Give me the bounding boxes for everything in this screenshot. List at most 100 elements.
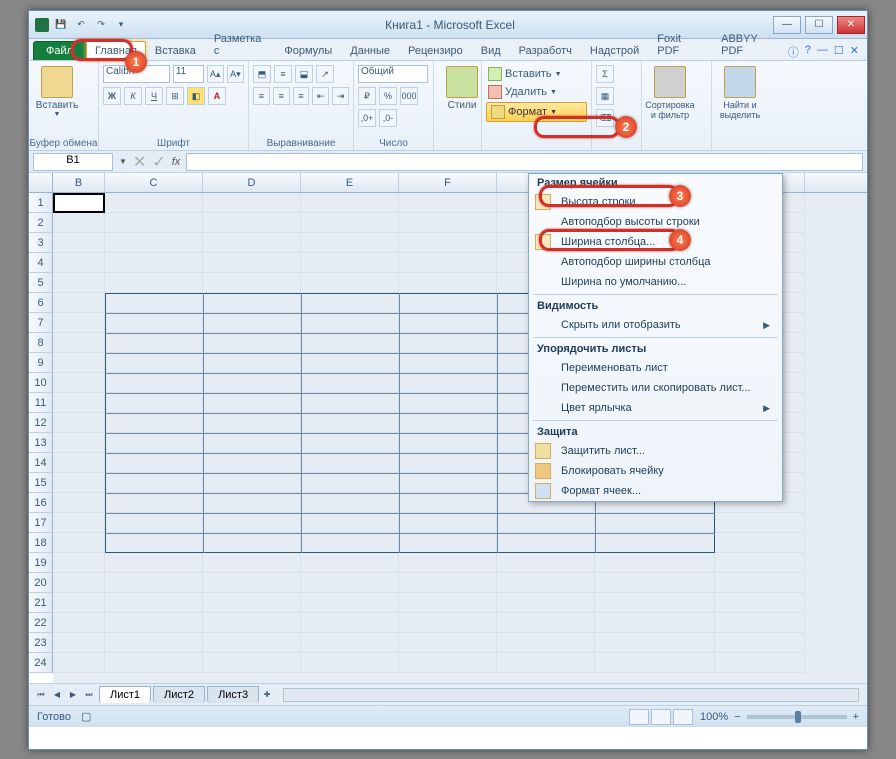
save-icon[interactable]: 💾 — [53, 17, 69, 33]
orientation-icon[interactable]: ↗ — [316, 65, 334, 83]
tab-view[interactable]: Вид — [472, 41, 510, 60]
number-format-select[interactable]: Общий — [358, 65, 428, 83]
fx-cancel-icon[interactable]: ✕ — [133, 152, 146, 172]
row-header-23[interactable]: 23 — [29, 633, 53, 653]
close-button[interactable]: ✕ — [837, 16, 865, 34]
dd-autofit-row[interactable]: Автоподбор высоты строки — [529, 212, 782, 232]
align-top-icon[interactable]: ⬒ — [253, 65, 271, 83]
col-header-F[interactable]: F — [399, 173, 497, 192]
sheet-tab-1[interactable]: Лист1 — [99, 686, 151, 703]
fill-icon[interactable]: ▦ — [596, 87, 614, 105]
dd-hide-show[interactable]: Скрыть или отобразить▶ — [529, 315, 782, 335]
row-header-24[interactable]: 24 — [29, 653, 53, 673]
shrink-font-icon[interactable]: A▾ — [227, 65, 244, 83]
new-sheet-icon[interactable]: ✚ — [259, 687, 275, 703]
select-all-corner[interactable] — [29, 173, 53, 193]
currency-icon[interactable]: ₽ — [358, 87, 376, 105]
dd-col-width[interactable]: Ширина столбца... — [529, 232, 782, 252]
zoom-slider[interactable] — [747, 715, 847, 719]
row-header-3[interactable]: 3 — [29, 233, 53, 253]
indent-inc-icon[interactable]: ⇥ — [332, 87, 349, 105]
align-center-icon[interactable]: ≡ — [273, 87, 290, 105]
row-header-6[interactable]: 6 — [29, 293, 53, 313]
ribbon-window-min[interactable]: — — [817, 44, 828, 60]
sheet-nav-last[interactable]: ⏭ — [81, 687, 97, 703]
ribbon-window-close[interactable]: ✕ — [850, 44, 859, 60]
row-header-13[interactable]: 13 — [29, 433, 53, 453]
row-header-18[interactable]: 18 — [29, 533, 53, 553]
paste-button[interactable]: Вставить ▼ — [33, 64, 81, 118]
col-header-B[interactable]: B — [53, 173, 105, 192]
row-header-10[interactable]: 10 — [29, 373, 53, 393]
horizontal-scrollbar[interactable] — [283, 688, 859, 702]
tab-formulas[interactable]: Формулы — [275, 41, 341, 60]
tab-addins[interactable]: Надстрой — [581, 41, 648, 60]
dd-tab-color[interactable]: Цвет ярлычка▶ — [529, 398, 782, 418]
col-header-D[interactable]: D — [203, 173, 301, 192]
row-header-7[interactable]: 7 — [29, 313, 53, 333]
sheet-nav-next[interactable]: ▶ — [65, 687, 81, 703]
sheet-tab-3[interactable]: Лист3 — [207, 686, 259, 703]
row-header-1[interactable]: 1 — [29, 193, 53, 213]
tab-review[interactable]: Рецензиро — [399, 41, 472, 60]
dd-lock-cell[interactable]: Блокировать ячейку — [529, 461, 782, 481]
dd-rename-sheet[interactable]: Переименовать лист — [529, 358, 782, 378]
row-headers[interactable]: 123456789101112131415161718192021222324 — [29, 193, 53, 673]
styles-button[interactable]: Стили — [438, 64, 486, 111]
col-header-C[interactable]: C — [105, 173, 203, 192]
row-header-8[interactable]: 8 — [29, 333, 53, 353]
dec-decimal-icon[interactable]: ,0- — [379, 109, 397, 127]
comma-icon[interactable]: 000 — [400, 87, 418, 105]
minimize-ribbon-icon[interactable]: ⓘ — [788, 44, 799, 60]
qat-more-icon[interactable]: ▾ — [113, 17, 129, 33]
undo-icon[interactable]: ↶ — [73, 17, 89, 33]
ribbon-window-max[interactable]: ☐ — [834, 44, 844, 60]
view-normal-icon[interactable] — [629, 709, 649, 725]
inc-decimal-icon[interactable]: ,0+ — [358, 109, 376, 127]
sheet-nav-prev[interactable]: ◀ — [49, 687, 65, 703]
zoom-level[interactable]: 100% — [700, 711, 728, 723]
underline-button[interactable]: Ч — [145, 87, 163, 105]
format-button[interactable]: Формат▼ — [486, 102, 587, 122]
autosum-icon[interactable]: Σ — [596, 65, 614, 83]
row-header-4[interactable]: 4 — [29, 253, 53, 273]
dd-protect-sheet[interactable]: Защитить лист... — [529, 441, 782, 461]
align-right-icon[interactable]: ≡ — [293, 87, 310, 105]
row-header-14[interactable]: 14 — [29, 453, 53, 473]
tab-developer[interactable]: Разработч — [510, 41, 581, 60]
font-size-select[interactable]: 11 — [173, 65, 204, 83]
align-left-icon[interactable]: ≡ — [253, 87, 270, 105]
align-bottom-icon[interactable]: ⬓ — [295, 65, 313, 83]
row-header-16[interactable]: 16 — [29, 493, 53, 513]
row-header-20[interactable]: 20 — [29, 573, 53, 593]
file-tab[interactable]: Файл — [33, 41, 86, 60]
row-header-22[interactable]: 22 — [29, 613, 53, 633]
row-header-19[interactable]: 19 — [29, 553, 53, 573]
percent-icon[interactable]: % — [379, 87, 397, 105]
dd-move-copy-sheet[interactable]: Переместить или скопировать лист... — [529, 378, 782, 398]
row-header-2[interactable]: 2 — [29, 213, 53, 233]
col-header-E[interactable]: E — [301, 173, 399, 192]
name-box-dropdown-icon[interactable]: ▼ — [119, 157, 127, 166]
row-header-21[interactable]: 21 — [29, 593, 53, 613]
insert-cells-button[interactable]: Вставить▼ — [486, 66, 587, 82]
view-pagebreak-icon[interactable] — [673, 709, 693, 725]
worksheet-grid[interactable]: BCDEFGHI 1234567891011121314151617181920… — [29, 173, 867, 683]
tab-insert[interactable]: Вставка — [146, 41, 205, 60]
font-color-button[interactable]: A — [208, 87, 226, 105]
zoom-out-icon[interactable]: − — [734, 711, 740, 723]
border-button[interactable]: ⊞ — [166, 87, 184, 105]
zoom-thumb[interactable] — [795, 711, 801, 723]
row-header-9[interactable]: 9 — [29, 353, 53, 373]
grow-font-icon[interactable]: A▴ — [207, 65, 224, 83]
row-header-11[interactable]: 11 — [29, 393, 53, 413]
zoom-in-icon[interactable]: + — [853, 711, 859, 723]
dd-autofit-col[interactable]: Автоподбор ширины столбца — [529, 252, 782, 272]
italic-button[interactable]: К — [124, 87, 142, 105]
maximize-button[interactable]: ☐ — [805, 16, 833, 34]
view-layout-icon[interactable] — [651, 709, 671, 725]
sort-filter-button[interactable]: Сортировка и фильтр — [646, 64, 694, 120]
name-box[interactable]: B1 — [33, 153, 113, 171]
align-middle-icon[interactable]: ≡ — [274, 65, 292, 83]
row-header-17[interactable]: 17 — [29, 513, 53, 533]
